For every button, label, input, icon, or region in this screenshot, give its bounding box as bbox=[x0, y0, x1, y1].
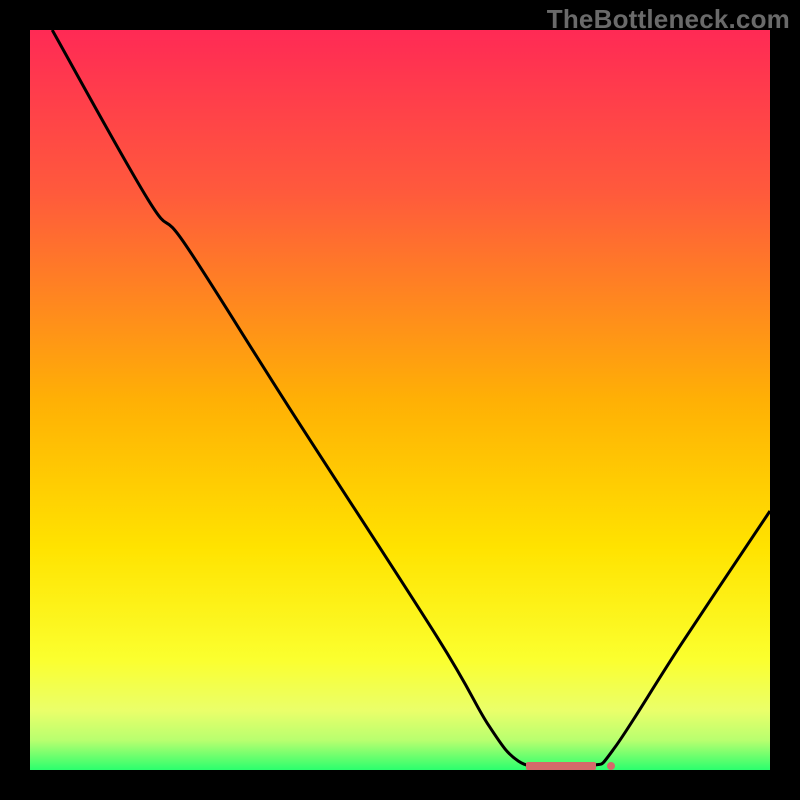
bottleneck-chart bbox=[0, 0, 800, 800]
gradient-background bbox=[30, 30, 770, 770]
watermark-text: TheBottleneck.com bbox=[547, 4, 790, 35]
chart-container: TheBottleneck.com bbox=[0, 0, 800, 800]
optimal-range-marker bbox=[526, 762, 596, 770]
